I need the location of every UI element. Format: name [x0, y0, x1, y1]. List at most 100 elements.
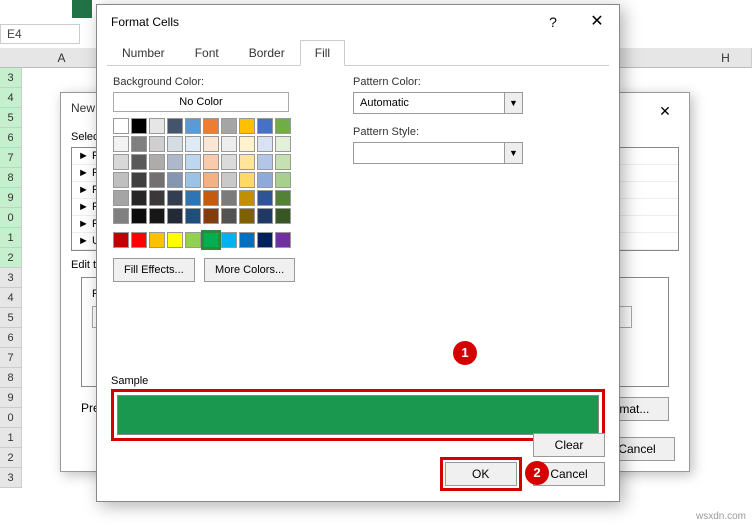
row-header[interactable]: 8 [0, 368, 22, 388]
color-swatch[interactable] [149, 208, 165, 224]
color-swatch[interactable] [203, 190, 219, 206]
color-swatch[interactable] [113, 136, 129, 152]
color-swatch[interactable] [275, 118, 291, 134]
color-swatch[interactable] [131, 190, 147, 206]
color-swatch[interactable] [221, 118, 237, 134]
color-swatch[interactable] [257, 154, 273, 170]
fill-effects-button[interactable]: Fill Effects... [113, 258, 195, 282]
color-swatch[interactable] [149, 190, 165, 206]
color-swatch[interactable] [185, 208, 201, 224]
color-swatch[interactable] [185, 118, 201, 134]
color-swatch[interactable] [275, 136, 291, 152]
row-header[interactable]: 6 [0, 128, 22, 148]
color-swatch[interactable] [131, 232, 147, 248]
pattern-style-select[interactable]: ▼ [353, 142, 523, 164]
more-colors-button[interactable]: More Colors... [204, 258, 295, 282]
color-swatch[interactable] [239, 208, 255, 224]
color-swatch[interactable] [257, 136, 273, 152]
row-header[interactable]: 6 [0, 328, 22, 348]
row-header[interactable]: 4 [0, 288, 22, 308]
no-color-button[interactable]: No Color [113, 92, 289, 112]
color-swatch[interactable] [167, 232, 183, 248]
color-swatch[interactable] [221, 136, 237, 152]
row-header[interactable]: 4 [0, 88, 22, 108]
row-header[interactable]: 9 [0, 388, 22, 408]
color-swatch[interactable] [239, 172, 255, 188]
color-swatch[interactable] [275, 154, 291, 170]
color-swatch[interactable] [185, 172, 201, 188]
color-swatch[interactable] [185, 190, 201, 206]
row-header[interactable]: 5 [0, 308, 22, 328]
color-swatch[interactable] [113, 172, 129, 188]
row-header[interactable]: 5 [0, 108, 22, 128]
tab-fill[interactable]: Fill [300, 40, 345, 66]
color-swatch[interactable] [239, 154, 255, 170]
color-swatch[interactable] [167, 172, 183, 188]
color-swatch[interactable] [185, 154, 201, 170]
pattern-color-select[interactable]: Automatic ▼ [353, 92, 523, 114]
color-swatch[interactable] [257, 172, 273, 188]
clear-button[interactable]: Clear [533, 433, 605, 457]
color-swatch[interactable] [167, 154, 183, 170]
color-swatch[interactable] [257, 190, 273, 206]
row-header[interactable]: 1 [0, 428, 22, 448]
color-swatch[interactable] [203, 136, 219, 152]
color-swatch[interactable] [149, 172, 165, 188]
color-swatch[interactable] [185, 136, 201, 152]
color-swatch[interactable] [149, 154, 165, 170]
color-swatch[interactable] [113, 154, 129, 170]
color-swatch[interactable] [275, 190, 291, 206]
row-header[interactable]: 1 [0, 228, 22, 248]
color-swatch[interactable] [113, 190, 129, 206]
color-swatch[interactable] [257, 232, 273, 248]
color-swatch[interactable] [221, 208, 237, 224]
color-swatch[interactable] [149, 232, 165, 248]
color-swatch[interactable] [239, 136, 255, 152]
color-swatch[interactable] [167, 190, 183, 206]
color-swatch[interactable] [149, 136, 165, 152]
row-header[interactable]: 0 [0, 208, 22, 228]
col-header-A[interactable]: A [22, 48, 102, 68]
row-header[interactable]: 0 [0, 408, 22, 428]
row-header[interactable]: 2 [0, 448, 22, 468]
color-swatch[interactable] [113, 232, 129, 248]
color-swatch[interactable] [203, 118, 219, 134]
row-header[interactable]: 9 [0, 188, 22, 208]
color-swatch[interactable] [239, 118, 255, 134]
color-swatch[interactable] [203, 154, 219, 170]
help-icon[interactable]: ? [531, 7, 575, 37]
color-swatch[interactable] [131, 118, 147, 134]
tab-border[interactable]: Border [234, 40, 300, 66]
color-swatch[interactable] [275, 208, 291, 224]
color-swatch[interactable] [275, 232, 291, 248]
color-swatch[interactable] [167, 136, 183, 152]
color-swatch[interactable] [203, 172, 219, 188]
color-swatch[interactable] [221, 232, 237, 248]
row-header[interactable]: 8 [0, 168, 22, 188]
name-box[interactable]: E4 [0, 24, 80, 44]
close-icon[interactable]: ✕ [575, 7, 619, 37]
row-header[interactable]: 3 [0, 468, 22, 488]
row-header[interactable]: 7 [0, 348, 22, 368]
color-swatch[interactable] [131, 208, 147, 224]
col-header-H[interactable]: H [700, 48, 752, 68]
ok-button[interactable]: OK [445, 462, 517, 486]
color-swatch[interactable] [221, 172, 237, 188]
close-icon[interactable]: ✕ [645, 97, 685, 125]
color-swatch[interactable] [257, 118, 273, 134]
color-swatch[interactable] [113, 208, 129, 224]
color-swatch[interactable] [167, 118, 183, 134]
color-swatch[interactable] [275, 172, 291, 188]
color-swatch[interactable] [131, 154, 147, 170]
row-header[interactable]: 2 [0, 248, 22, 268]
row-header[interactable]: 3 [0, 68, 22, 88]
tab-number[interactable]: Number [107, 40, 180, 66]
color-swatch[interactable] [221, 190, 237, 206]
color-swatch[interactable] [167, 208, 183, 224]
row-header[interactable]: 3 [0, 268, 22, 288]
color-swatch[interactable] [185, 232, 201, 248]
color-swatch[interactable] [203, 232, 219, 248]
tab-font[interactable]: Font [180, 40, 234, 66]
color-swatch[interactable] [131, 136, 147, 152]
color-swatch[interactable] [149, 118, 165, 134]
